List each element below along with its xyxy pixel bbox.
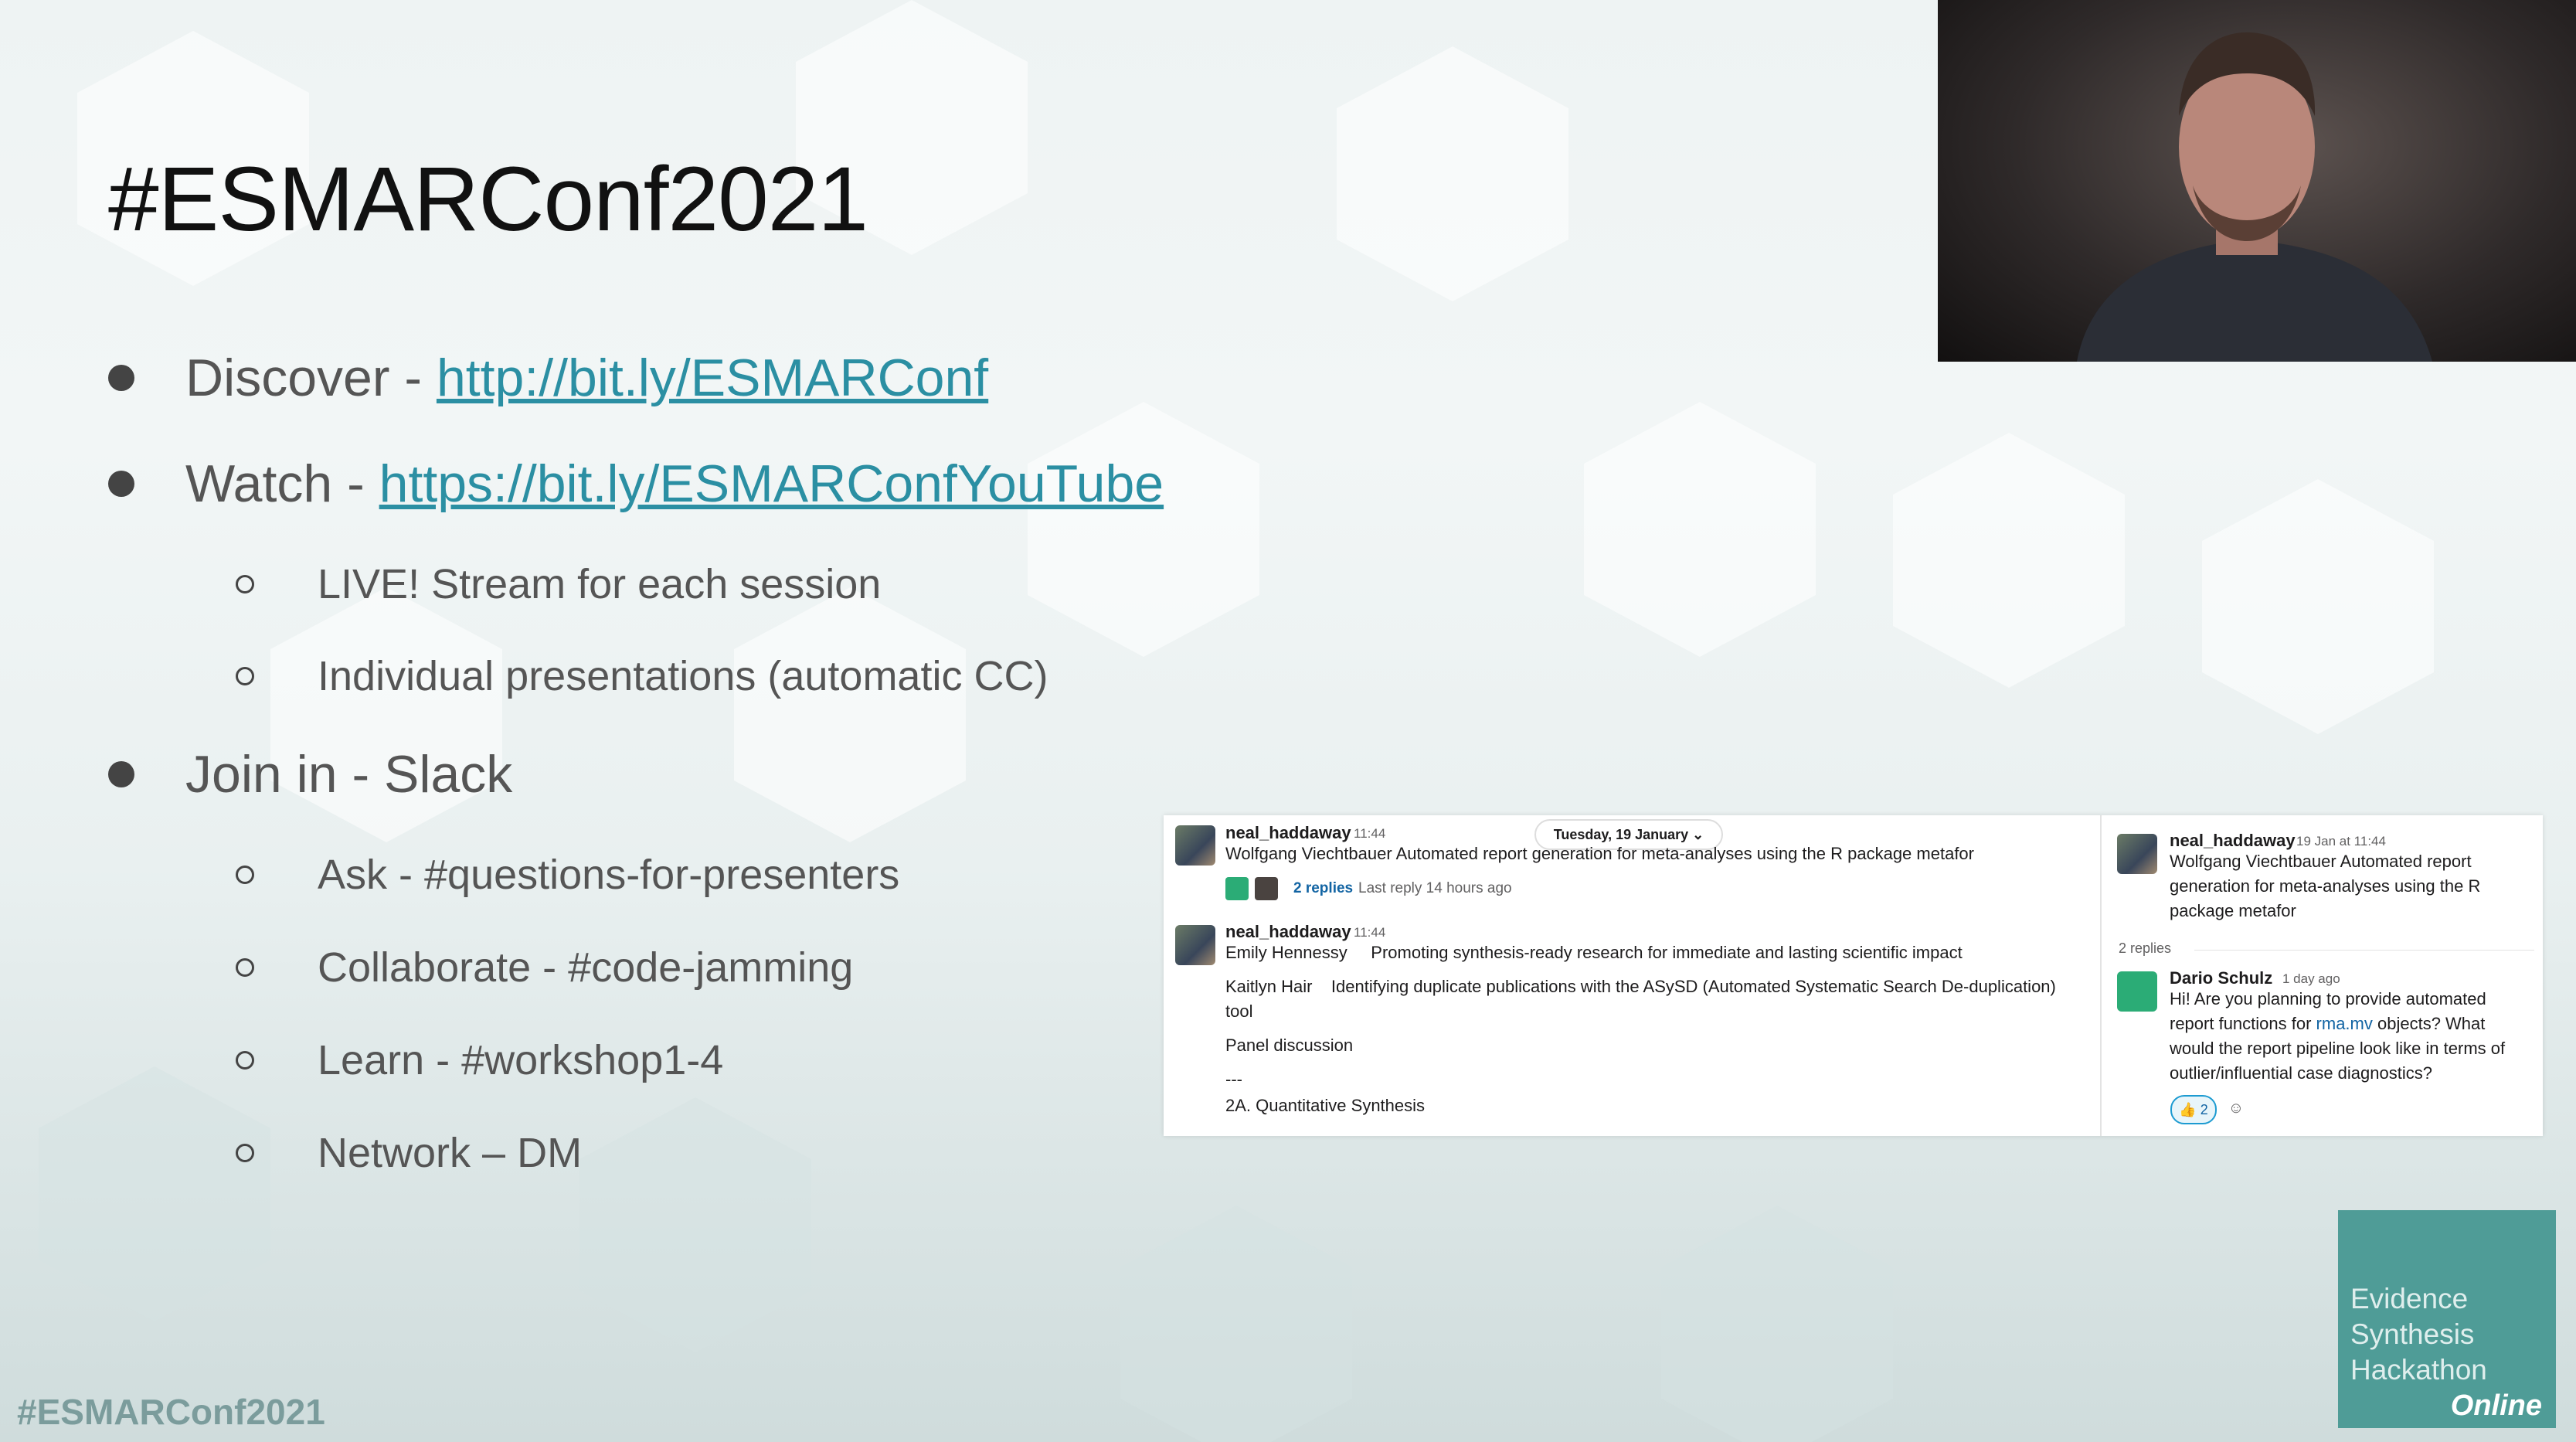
avatar[interactable] (1175, 925, 1215, 965)
sub-bullet-collaborate: Collaborate - #code-jamming (236, 944, 853, 991)
reply-time[interactable]: 1 day ago (2282, 971, 2340, 987)
sub-bullet-label: Collaborate - #code-jamming (318, 944, 854, 991)
bullet-label: Join in - Slack (185, 745, 513, 804)
slide-title: #ESMARConf2021 (108, 148, 868, 250)
reply-line: would the report pipeline look like in t… (2170, 1039, 2506, 1058)
avatar[interactable] (2117, 834, 2157, 874)
bullet-dot (108, 365, 134, 391)
bullet-label: Watch - (185, 454, 379, 513)
message-line: Panel discussion (1225, 1036, 1354, 1055)
sub-bullet-individual-presentations: Individual presentations (automatic CC) (236, 652, 1048, 700)
presenter-webcam (1938, 0, 2576, 362)
thread-replies-link[interactable]: 2 replies (1293, 880, 1353, 897)
bullet-dot (108, 471, 134, 497)
evidence-synthesis-hackathon-logo: Evidence Synthesis Hackathon Online (2338, 1210, 2556, 1428)
bullet-label: Discover - (185, 349, 437, 407)
slack-thread-panel: neal_haddaway 19 Jan at 11:44 Wolfgang V… (2100, 815, 2543, 1136)
reply-text: objects? What (2372, 1014, 2486, 1033)
message-time[interactable]: 11:44 (1354, 826, 1385, 842)
last-reply-time: Last reply 14 hours ago (1358, 880, 1512, 896)
sub-bullet-dot (236, 1051, 254, 1070)
reply-avatar (1255, 877, 1278, 900)
bullet-discover: Discover - http://bit.ly/ESMARConf (108, 348, 988, 408)
slack-screenshot: Tuesday, 19 January ⌄ neal_haddaway 11:4… (1164, 815, 2543, 1136)
reply-avatar (1225, 877, 1249, 900)
message-line: 2A. Quantitative Synthesis (1225, 1096, 1426, 1115)
thread-parent-time[interactable]: 19 Jan at 11:44 (2296, 834, 2386, 849)
thread-parent-line: Wolfgang Viechtbauer Automated report (2170, 852, 2472, 871)
sub-bullet-label: Ask - #questions-for-presenters (318, 852, 900, 898)
logo-online: Online (2450, 1389, 2542, 1422)
avatar[interactable] (1175, 825, 1215, 866)
thread-parent-username[interactable]: neal_haddaway (2170, 831, 2296, 851)
reply-line: Hi! Are you planning to provide automate… (2170, 989, 2486, 1008)
message-username[interactable]: neal_haddaway (1225, 922, 1351, 942)
sub-bullet-network: Network – DM (236, 1129, 582, 1177)
thread-parent-line: generation for meta-analyses using the R (2170, 876, 2481, 896)
sub-bullet-live-stream: LIVE! Stream for each session (236, 560, 881, 608)
reply-username[interactable]: Dario Schulz (2170, 968, 2272, 988)
thread-parent-line: package metafor (2170, 901, 2296, 920)
sub-bullet-label: Learn - #workshop1-4 (318, 1037, 724, 1083)
bullet-dot (108, 761, 134, 787)
avatar[interactable] (2117, 971, 2157, 1012)
logo-line: Synthesis (2350, 1318, 2475, 1350)
add-reaction-icon[interactable]: ☺ (2224, 1096, 2248, 1121)
sub-bullet-dot (236, 575, 254, 593)
message-username[interactable]: neal_haddaway (1225, 823, 1351, 843)
sub-bullet-dot (236, 958, 254, 977)
bullet-watch: Watch - https://bit.ly/ESMARConfYouTube (108, 454, 1164, 514)
replies-divider (2194, 950, 2534, 951)
reply-line-with-link: report functions for rma.mv objects? Wha… (2170, 1012, 2485, 1036)
slack-channel-messages: Tuesday, 19 January ⌄ neal_haddaway 11:4… (1164, 815, 2099, 1136)
message-line: Kaitlyn Hair Identifying duplicate publi… (1225, 977, 2056, 996)
rma-mv-link[interactable]: rma.mv (2316, 1014, 2373, 1033)
reply-line: outlier/influential case diagnostics? (2170, 1063, 2432, 1083)
sub-bullet-label: Individual presentations (automatic CC) (318, 653, 1048, 699)
message-line: tool (1225, 1002, 1253, 1021)
sub-bullet-dot (236, 1144, 254, 1162)
message-line: Emily Hennessy Promoting synthesis-ready… (1225, 943, 1963, 962)
logo-line: Hackathon (2350, 1354, 2487, 1386)
sub-bullet-label: Network – DM (318, 1130, 583, 1176)
presenter-figure (2077, 32, 2432, 362)
bullet-join-slack: Join in - Slack (108, 744, 512, 804)
youtube-link[interactable]: https://bit.ly/ESMARConfYouTube (379, 454, 1164, 514)
thumbs-up-reaction[interactable]: 👍 2 (2170, 1095, 2217, 1124)
sub-bullet-label: LIVE! Stream for each session (318, 561, 882, 607)
sub-bullet-ask: Ask - #questions-for-presenters (236, 851, 899, 899)
message-time[interactable]: 11:44 (1354, 925, 1385, 940)
thread-replies-count: 2 replies (2119, 940, 2172, 956)
discover-link[interactable]: http://bit.ly/ESMARConf (437, 348, 988, 408)
sub-bullet-dot (236, 667, 254, 685)
message-text: Wolfgang Viechtbauer Automated report ge… (1225, 844, 1974, 863)
sub-bullet-learn: Learn - #workshop1-4 (236, 1036, 723, 1084)
message-line: --- (1225, 1070, 1242, 1089)
footer-hashtag: #ESMARConf2021 (17, 1392, 325, 1432)
sub-bullet-dot (236, 866, 254, 884)
logo-line: Evidence (2350, 1283, 2469, 1314)
reply-text: report functions for (2170, 1014, 2316, 1033)
